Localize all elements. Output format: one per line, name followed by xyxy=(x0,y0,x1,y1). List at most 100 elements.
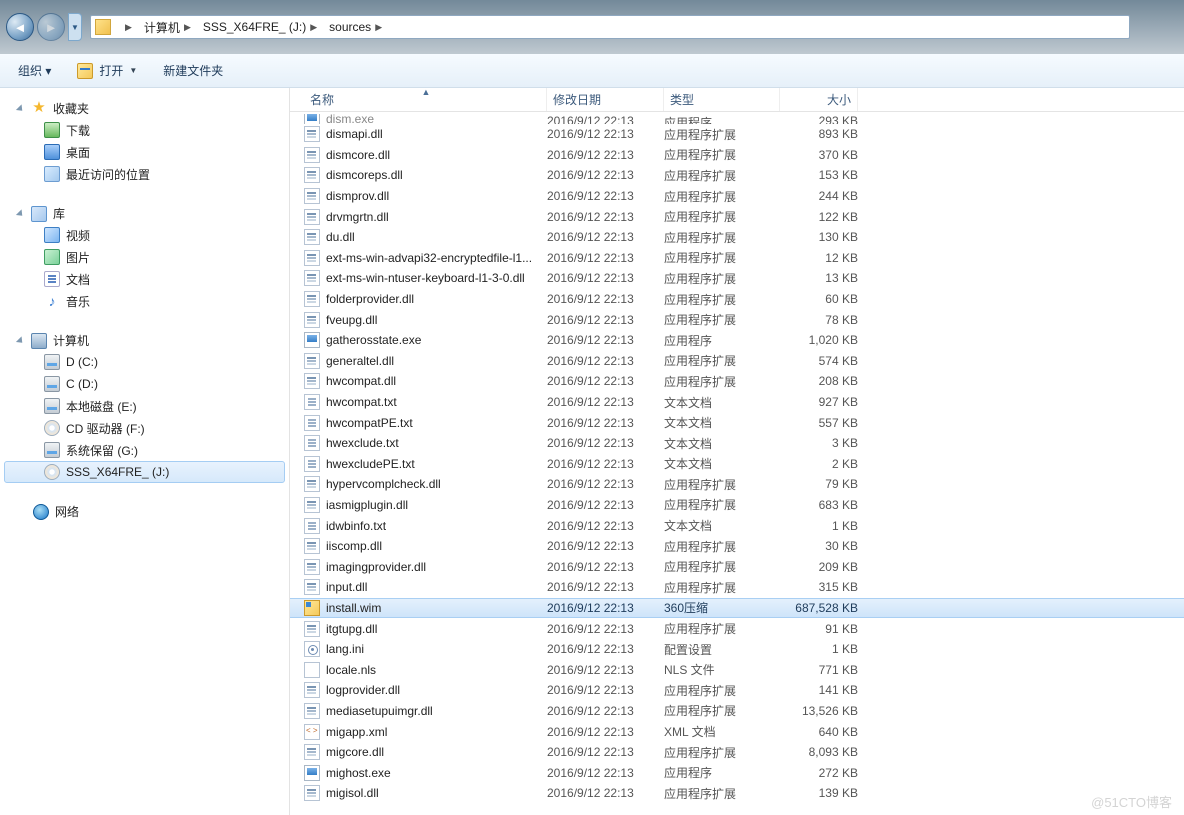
sidebar-drive-e[interactable]: 本地磁盘 (E:) xyxy=(4,395,285,417)
table-row[interactable]: dismcoreps.dll2016/9/12 22:13应用程序扩展153 K… xyxy=(290,165,1184,186)
sidebar-recent[interactable]: 最近访问的位置 xyxy=(4,163,285,185)
col-date[interactable]: 修改日期 xyxy=(547,88,664,111)
breadcrumb-computer[interactable]: 计算机▶ xyxy=(140,16,199,38)
table-row[interactable]: drvmgrtn.dll2016/9/12 22:13应用程序扩展122 KB xyxy=(290,206,1184,227)
table-row[interactable]: hwexclude.txt2016/9/12 22:13文本文档3 KB xyxy=(290,433,1184,454)
table-row[interactable]: hwcompat.txt2016/9/12 22:13文本文档927 KB xyxy=(290,392,1184,413)
recent-icon xyxy=(44,166,60,182)
file-date: 2016/9/12 22:13 xyxy=(547,539,664,553)
nav-forward-button[interactable]: ► xyxy=(37,13,65,41)
file-name: migisol.dll xyxy=(326,786,379,800)
file-date: 2016/9/12 22:13 xyxy=(547,230,664,244)
sidebar-videos[interactable]: 视频 xyxy=(4,224,285,246)
table-row[interactable]: migisol.dll2016/9/12 22:13应用程序扩展139 KB xyxy=(290,783,1184,804)
file-size: 272 KB xyxy=(780,766,858,780)
breadcrumb-sep-0[interactable]: ▶ xyxy=(117,16,140,38)
table-row[interactable]: itgtupg.dll2016/9/12 22:13应用程序扩展91 KB xyxy=(290,618,1184,639)
sidebar-sss-j[interactable]: SSS_X64FRE_ (J:) xyxy=(4,461,285,483)
table-row[interactable]: migcore.dll2016/9/12 22:13应用程序扩展8,093 KB xyxy=(290,742,1184,763)
table-row[interactable]: ext-ms-win-ntuser-keyboard-l1-3-0.dll201… xyxy=(290,268,1184,289)
file-type: 应用程序扩展 xyxy=(664,579,780,596)
file-name: ext-ms-win-advapi32-encryptedfile-l1... xyxy=(326,251,532,265)
file-type: 应用程序扩展 xyxy=(664,311,780,328)
file-date: 2016/9/12 22:13 xyxy=(547,642,664,656)
table-row[interactable]: iasmigplugin.dll2016/9/12 22:13应用程序扩展683… xyxy=(290,495,1184,516)
file-type: 应用程序扩展 xyxy=(664,373,780,390)
table-row[interactable]: hwcompat.dll2016/9/12 22:13应用程序扩展208 KB xyxy=(290,371,1184,392)
sidebar-favorites[interactable]: ★收藏夹 xyxy=(4,98,285,119)
table-row[interactable]: folderprovider.dll2016/9/12 22:13应用程序扩展6… xyxy=(290,289,1184,310)
sidebar-desktop[interactable]: 桌面 xyxy=(4,141,285,163)
file-name: dismapi.dll xyxy=(326,127,383,141)
file-date: 2016/9/12 22:13 xyxy=(547,354,664,368)
cd-icon xyxy=(44,464,60,480)
table-row[interactable]: lang.ini2016/9/12 22:13配置设置1 KB xyxy=(290,639,1184,660)
table-row[interactable]: mediasetupuimgr.dll2016/9/12 22:13应用程序扩展… xyxy=(290,701,1184,722)
organize-button[interactable]: 组织 ▾ xyxy=(10,58,59,83)
file-name: drvmgrtn.dll xyxy=(326,210,389,224)
file-name: migapp.xml xyxy=(326,725,387,739)
file-name: dismcore.dll xyxy=(326,148,390,162)
table-row[interactable]: dismprov.dll2016/9/12 22:13应用程序扩展244 KB xyxy=(290,186,1184,207)
nav-back-button[interactable]: ◄ xyxy=(6,13,34,41)
table-row[interactable]: mighost.exe2016/9/12 22:13应用程序272 KB xyxy=(290,762,1184,783)
sidebar-documents[interactable]: 文档 xyxy=(4,268,285,290)
table-row[interactable]: hwcompatPE.txt2016/9/12 22:13文本文档557 KB xyxy=(290,412,1184,433)
table-row[interactable]: du.dll2016/9/12 22:13应用程序扩展130 KB xyxy=(290,227,1184,248)
file-date: 2016/9/12 22:13 xyxy=(547,333,664,347)
table-row-partial[interactable]: dism.exe 2016/9/12 22:13 应用程序 293 KB xyxy=(290,114,1184,124)
sidebar-downloads[interactable]: 下载 xyxy=(4,119,285,141)
sidebar-music[interactable]: ♪音乐 xyxy=(4,290,285,312)
sidebar-libraries[interactable]: 库 xyxy=(4,203,285,224)
star-icon: ★ xyxy=(31,101,47,117)
sidebar-network[interactable]: 网络 xyxy=(4,501,285,522)
dll-icon xyxy=(304,744,320,760)
sidebar-sys-g[interactable]: 系统保留 (G:) xyxy=(4,439,285,461)
dll-icon xyxy=(304,785,320,801)
table-row[interactable]: idwbinfo.txt2016/9/12 22:13文本文档1 KB xyxy=(290,515,1184,536)
table-row[interactable]: iiscomp.dll2016/9/12 22:13应用程序扩展30 KB xyxy=(290,536,1184,557)
new-folder-button[interactable]: 新建文件夹 xyxy=(155,58,231,83)
file-name: mediasetupuimgr.dll xyxy=(326,704,433,718)
table-row[interactable]: generaltel.dll2016/9/12 22:13应用程序扩展574 K… xyxy=(290,351,1184,372)
table-row[interactable]: gatherosstate.exe2016/9/12 22:13应用程序1,02… xyxy=(290,330,1184,351)
address-bar[interactable]: ▶ 计算机▶ SSS_X64FRE_ (J:)▶ sources▶ xyxy=(90,15,1130,39)
dll-icon xyxy=(304,538,320,554)
file-name: du.dll xyxy=(326,230,355,244)
table-row[interactable]: imagingprovider.dll2016/9/12 22:13应用程序扩展… xyxy=(290,556,1184,577)
breadcrumb-sources[interactable]: sources▶ xyxy=(325,16,390,38)
table-row[interactable]: locale.nls2016/9/12 22:13NLS 文件771 KB xyxy=(290,659,1184,680)
sidebar-drive-c[interactable]: D (C:) xyxy=(4,351,285,373)
table-row[interactable]: ext-ms-win-advapi32-encryptedfile-l1...2… xyxy=(290,248,1184,269)
table-row[interactable]: dismcore.dll2016/9/12 22:13应用程序扩展370 KB xyxy=(290,145,1184,166)
file-size: 2 KB xyxy=(780,457,858,471)
table-row[interactable]: input.dll2016/9/12 22:13应用程序扩展315 KB xyxy=(290,577,1184,598)
breadcrumb-drive[interactable]: SSS_X64FRE_ (J:)▶ xyxy=(199,16,325,38)
dll-icon xyxy=(304,621,320,637)
col-type[interactable]: 类型 xyxy=(664,88,780,111)
file-date: 2016/9/12 22:13 xyxy=(547,395,664,409)
col-size[interactable]: 大小 xyxy=(780,88,858,111)
file-type: 应用程序扩展 xyxy=(664,476,780,493)
sidebar-computer[interactable]: 计算机 xyxy=(4,330,285,351)
table-row[interactable]: hwexcludePE.txt2016/9/12 22:13文本文档2 KB xyxy=(290,454,1184,475)
file-type: 应用程序扩展 xyxy=(664,208,780,225)
file-type: 应用程序 xyxy=(664,332,780,349)
library-icon xyxy=(31,206,47,222)
table-row[interactable]: migapp.xml2016/9/12 22:13XML 文档640 KB xyxy=(290,721,1184,742)
table-row[interactable]: logprovider.dll2016/9/12 22:13应用程序扩展141 … xyxy=(290,680,1184,701)
table-row[interactable]: hypervcomplcheck.dll2016/9/12 22:13应用程序扩… xyxy=(290,474,1184,495)
file-date: 2016/9/12 22:13 xyxy=(547,292,664,306)
toolbar: 组织 ▾ 打开▼ 新建文件夹 xyxy=(0,54,1184,88)
sidebar-cd-f[interactable]: CD 驱动器 (F:) xyxy=(4,417,285,439)
open-button[interactable]: 打开▼ xyxy=(69,58,145,83)
table-row[interactable]: fveupg.dll2016/9/12 22:13应用程序扩展78 KB xyxy=(290,309,1184,330)
file-list[interactable]: dism.exe 2016/9/12 22:13 应用程序 293 KB dis… xyxy=(290,112,1184,815)
sidebar-pictures[interactable]: 图片 xyxy=(4,246,285,268)
ini-icon xyxy=(304,641,320,657)
nav-history-dropdown[interactable]: ▼ xyxy=(68,13,82,41)
file-type: 文本文档 xyxy=(664,394,780,411)
table-row[interactable]: dismapi.dll2016/9/12 22:13应用程序扩展893 KB xyxy=(290,124,1184,145)
sidebar-drive-d[interactable]: C (D:) xyxy=(4,373,285,395)
table-row[interactable]: install.wim2016/9/12 22:13360压缩687,528 K… xyxy=(290,598,1184,619)
